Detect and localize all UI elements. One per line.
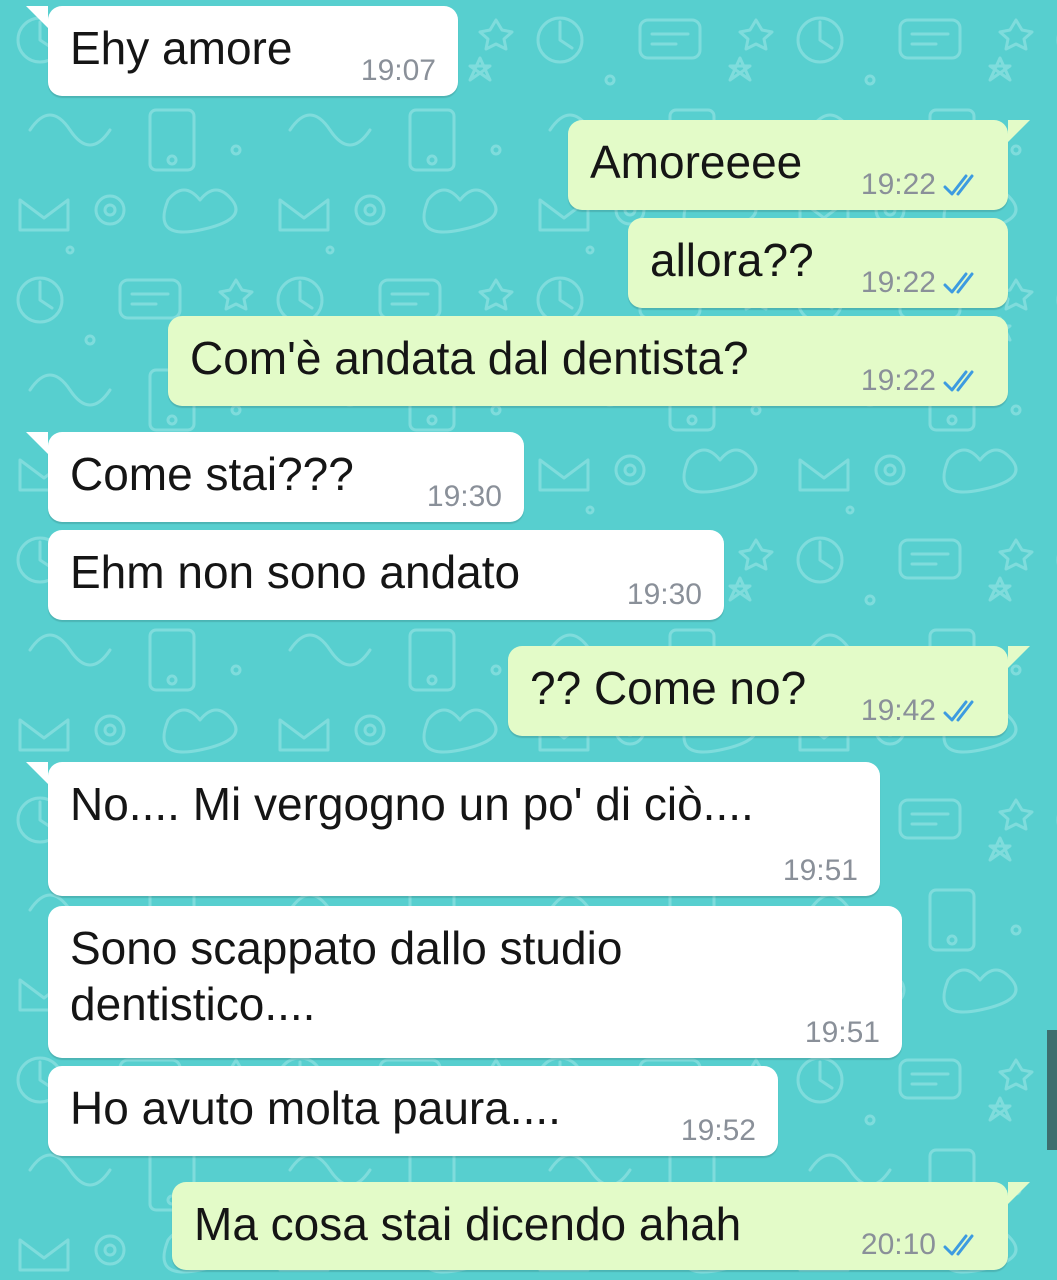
message-outgoing[interactable]: allora?? 19:22 [628,218,1008,308]
message-time: 19:30 [626,578,702,611]
message-text: Sono scappato dallo studio dentistico...… [70,922,623,1031]
message-meta: 19:52 [681,1116,756,1146]
bubble-tail [1008,120,1030,142]
message-meta: 19:22 [861,366,986,396]
message-meta: 19:42 [861,696,986,726]
message-incoming[interactable]: Come stai??? 19:30 [26,432,524,522]
message-outgoing[interactable]: Com'è andata dal dentista? 19:22 [168,316,1008,406]
message-time: 19:51 [804,1016,880,1049]
message-incoming[interactable]: No.... Mi vergogno un po' di ciò.... 19:… [26,762,880,896]
message-time: 19:07 [360,54,436,87]
message-text: Ehm non sono andato [70,546,521,598]
message-text: allora?? [650,234,814,286]
message-time: 19:51 [782,854,858,887]
message-meta: 20:10 [861,1230,986,1260]
read-double-tick-icon [943,1234,974,1256]
message-outgoing[interactable]: ?? Come no? 19:42 [508,646,1030,736]
message-meta: 19:22 [861,170,986,200]
message-text: Ma cosa stai dicendo ahah [194,1198,742,1250]
bubble-tail [26,762,48,784]
message-meta: 19:30 [427,482,502,512]
message-meta: 19:51 [805,1018,880,1048]
message-incoming[interactable]: Ehy amore 19:07 [26,6,458,96]
message-text: Com'è andata dal dentista? [190,332,749,384]
scrollbar-thumb[interactable] [1047,1030,1057,1150]
message-time: 19:52 [680,1114,756,1147]
message-text: Ehy amore [70,22,293,74]
message-text: Ho avuto molta paura.... [70,1082,561,1134]
read-double-tick-icon [943,370,974,392]
message-time: 19:30 [426,480,502,513]
message-incoming[interactable]: Ho avuto molta paura.... 19:52 [48,1066,778,1156]
chat-message-list[interactable]: Ehy amore 19:07 Amoreeee 19:22 allora?? … [0,0,1057,1280]
message-incoming[interactable]: Ehm non sono andato 19:30 [48,530,724,620]
message-incoming[interactable]: Sono scappato dallo studio dentistico...… [48,906,902,1058]
bubble-tail [26,432,48,454]
read-double-tick-icon [943,272,974,294]
bubble-tail [1008,1182,1030,1204]
message-outgoing[interactable]: Amoreeee 19:22 [568,120,1030,210]
message-text: No.... Mi vergogno un po' di ciò.... [70,778,754,830]
message-outgoing[interactable]: Ma cosa stai dicendo ahah 20:10 [172,1182,1030,1270]
read-double-tick-icon [943,700,974,722]
message-meta: 19:22 [861,268,986,298]
message-meta: 19:51 [783,856,858,886]
message-text: Amoreeee [590,136,803,188]
message-time: 19:22 [860,364,936,397]
message-time: 19:22 [860,168,936,201]
message-time: 19:22 [860,266,936,299]
message-meta: 19:07 [361,56,436,86]
message-text: Come stai??? [70,448,354,500]
message-time: 20:10 [860,1228,936,1261]
read-double-tick-icon [943,174,974,196]
message-meta: 19:30 [627,580,702,610]
bubble-tail [26,6,48,28]
message-text: ?? Come no? [530,662,807,714]
message-time: 19:42 [860,694,936,727]
bubble-tail [1008,646,1030,668]
